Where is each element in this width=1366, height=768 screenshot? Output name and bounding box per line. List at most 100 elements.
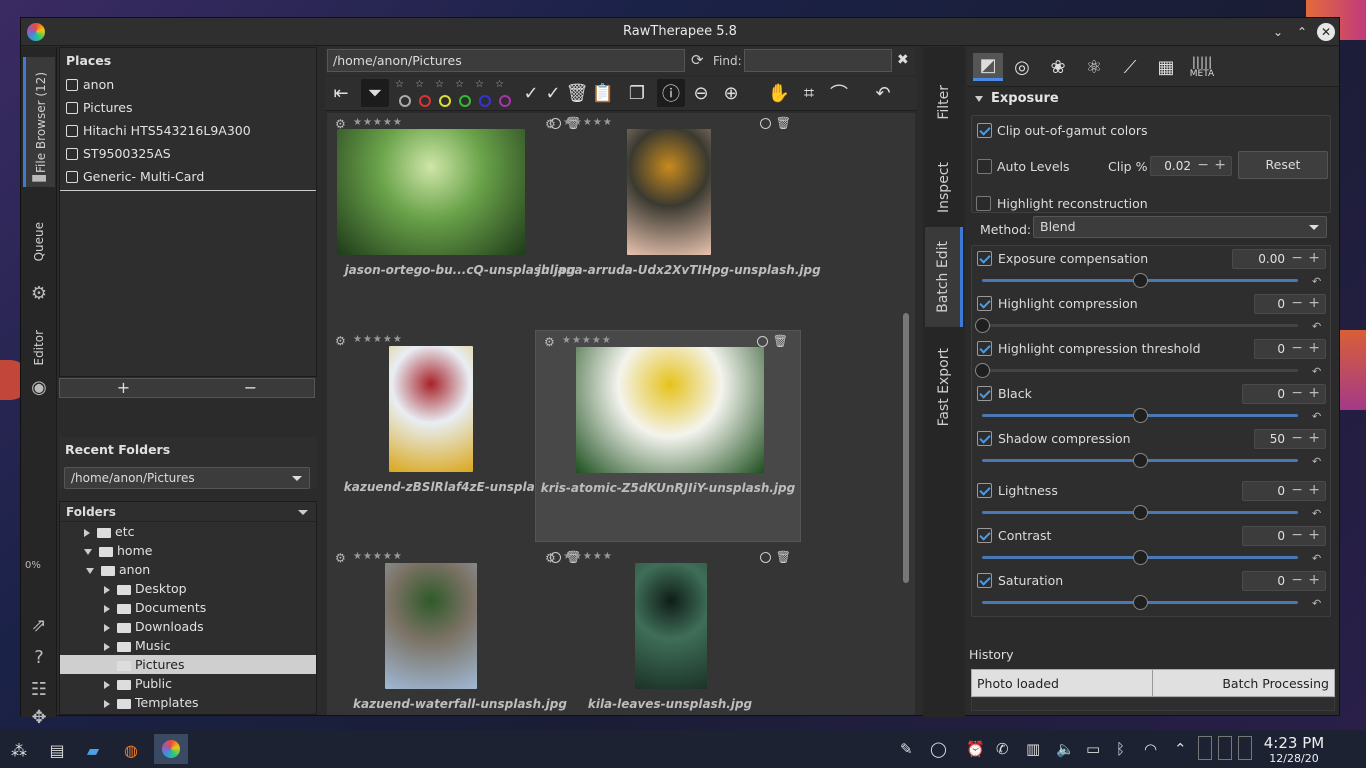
minimize-button[interactable]: ⌄ (1269, 23, 1287, 41)
virtual-desktop-3[interactable] (1238, 736, 1252, 760)
transform-tab-icon[interactable]: ⟋ (1115, 53, 1145, 81)
color-label-icon[interactable] (760, 552, 771, 563)
straighten-icon[interactable]: ⌒ (825, 79, 853, 107)
star-filter-icon[interactable]: ☆ (495, 79, 504, 90)
add-place-button[interactable]: + (60, 379, 187, 397)
thumbnail-cell[interactable]: ⚙ ★★★★★ 🗑 kila-leaves-unsplash.jpg (537, 547, 803, 715)
history-row[interactable]: Photo loaded Batch Processing (971, 669, 1335, 697)
system-settings-icon[interactable]: ▤ (46, 739, 68, 761)
folder-row[interactable]: home (60, 541, 316, 560)
highlight-recon-checkbox[interactable] (976, 196, 991, 211)
clip-pct-spinner[interactable]: 0.02− + (1150, 156, 1232, 176)
reset-slider-icon[interactable]: ↶ (1312, 597, 1321, 610)
battery-icon[interactable]: ▭ (1086, 740, 1100, 758)
fullscreen-icon[interactable]: ✥ (28, 707, 50, 729)
trash-icon[interactable]: 🗑 (773, 334, 788, 348)
reset-slider-icon[interactable]: ↶ (1312, 320, 1321, 333)
rating-stars[interactable]: ★★★★★ (353, 334, 403, 345)
volume-icon[interactable]: 🔈 (1056, 740, 1075, 758)
tab-inspect[interactable]: Inspect (925, 147, 963, 227)
clipboard-tray-icon[interactable]: ▥ (1026, 740, 1040, 758)
star-filter-icon[interactable]: ☆ (435, 79, 444, 90)
place-item[interactable]: Hitachi HTS543216L9A300 (60, 119, 316, 142)
slider-spinner[interactable]: 0− + (1242, 384, 1326, 404)
clock[interactable]: 4:23 PM 12/28/20 (1262, 734, 1326, 765)
slider-checkbox[interactable] (977, 296, 992, 311)
folder-row[interactable]: Pictures (60, 655, 316, 674)
firefox-icon[interactable]: ◍ (120, 739, 142, 761)
chevron-right-icon[interactable] (104, 680, 110, 689)
color-label-icon[interactable] (757, 336, 768, 347)
slider-spinner[interactable]: 0.00− + (1232, 249, 1326, 269)
color-label-none-icon[interactable] (399, 95, 411, 107)
processing-profile-icon[interactable]: ⚙ (545, 117, 556, 131)
refresh-icon[interactable]: ⟳ (691, 51, 704, 69)
folder-row[interactable]: Desktop (60, 579, 316, 598)
minus-icon[interactable]: − (1291, 430, 1303, 446)
find-input[interactable] (744, 49, 892, 72)
slider-spinner[interactable]: 0− + (1242, 571, 1326, 591)
plus-icon[interactable]: + (1308, 430, 1320, 446)
slider-spinner[interactable]: 0− + (1254, 339, 1326, 359)
plus-icon[interactable]: + (1308, 527, 1320, 543)
clip-gamut-checkbox[interactable] (977, 123, 992, 138)
folder-row[interactable]: Music (60, 636, 316, 655)
tab-queue[interactable]: Queue (23, 207, 55, 277)
file-manager-icon[interactable]: ▰ (82, 739, 104, 761)
tab-editor[interactable]: Editor (23, 313, 55, 383)
slider-spinner[interactable]: 0− + (1242, 481, 1326, 501)
minus-icon[interactable]: − (1291, 295, 1303, 311)
exposure-header[interactable]: Exposure (975, 91, 1059, 106)
processing-profile-icon[interactable]: ⚙ (545, 551, 556, 565)
color-label-icon[interactable] (760, 118, 771, 129)
exposure-tab-icon[interactable]: ◩ (973, 53, 1003, 81)
remove-place-button[interactable]: − (187, 379, 314, 397)
slider-checkbox[interactable] (977, 483, 992, 498)
method-select[interactable]: Blend (1033, 216, 1327, 238)
slider-checkbox[interactable] (977, 528, 992, 543)
plus-icon[interactable]: + (1308, 295, 1320, 311)
minus-icon[interactable]: − (1291, 572, 1303, 588)
slider-checkbox[interactable] (977, 251, 992, 266)
chevron-down-icon[interactable] (84, 548, 92, 555)
rating-stars[interactable]: ★★★★★ (353, 117, 403, 128)
tab-fast-export[interactable]: Fast Export (925, 337, 963, 437)
minus-icon[interactable]: − (1291, 527, 1303, 543)
chevron-right-icon[interactable] (84, 528, 90, 537)
star-filter-icon[interactable]: ☆ (455, 79, 464, 90)
trash-icon[interactable]: 🗑 (776, 116, 791, 130)
hand-icon[interactable]: ✋ (765, 79, 793, 107)
virtual-desktop-1[interactable] (1198, 736, 1212, 760)
raw-tab-icon[interactable]: ▦ (1151, 53, 1181, 81)
color-label-yellow-icon[interactable] (439, 95, 451, 107)
chevron-right-icon[interactable] (104, 699, 110, 708)
star-filter-icon[interactable]: ☆ (475, 79, 484, 90)
rotate-left-icon[interactable]: ↶ (869, 79, 897, 107)
close-button[interactable]: ✕ (1317, 23, 1335, 41)
slider-checkbox[interactable] (977, 341, 992, 356)
processing-profile-icon[interactable]: ⚙ (544, 335, 555, 349)
grid-scrollbar[interactable] (903, 313, 909, 583)
plus-icon[interactable]: + (1308, 250, 1320, 266)
slider-spinner[interactable]: 0− + (1242, 526, 1326, 546)
star-filter-icon[interactable]: ☆ (415, 79, 424, 90)
circle-icon[interactable]: ◯ (930, 740, 947, 758)
minus-icon[interactable]: − (1291, 250, 1303, 266)
slider-checkbox[interactable] (977, 573, 992, 588)
detail-tab-icon[interactable]: ◎ (1007, 53, 1037, 81)
plus-icon[interactable]: + (1308, 385, 1320, 401)
slider-track[interactable] (982, 324, 1298, 327)
chevron-down-icon[interactable] (86, 567, 94, 574)
info-icon[interactable]: ⓘ (657, 79, 685, 107)
reset-slider-icon[interactable]: ↶ (1312, 365, 1321, 378)
slider-track[interactable] (982, 369, 1298, 372)
wifi-icon[interactable]: ◠ (1144, 740, 1157, 758)
slider-knob[interactable] (1133, 595, 1148, 610)
place-item[interactable]: Generic- Multi-Card (60, 165, 316, 188)
rating-stars[interactable]: ★★★★★ (353, 551, 403, 562)
filter-icon[interactable]: ⏷ (361, 79, 389, 107)
folder-row[interactable]: etc (60, 522, 316, 541)
clear-find-icon[interactable]: ✖ (897, 52, 909, 68)
reset-slider-icon[interactable]: ↶ (1312, 275, 1321, 288)
place-item[interactable]: Pictures (60, 96, 316, 119)
